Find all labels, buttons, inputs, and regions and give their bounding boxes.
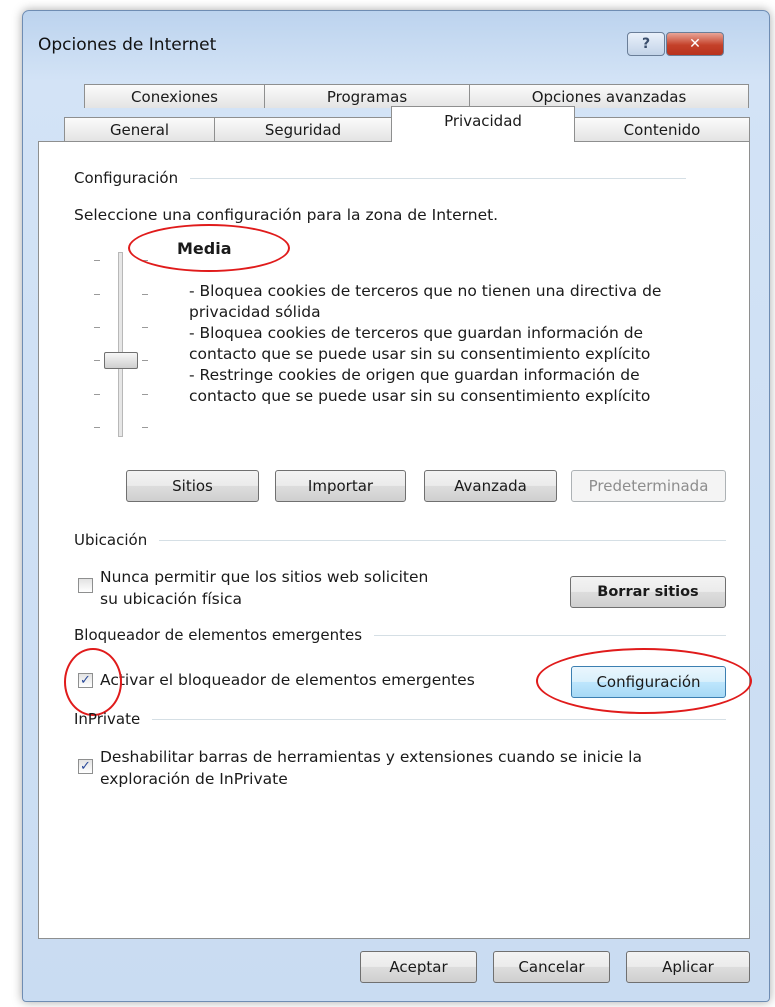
close-button[interactable]: ✕ — [666, 32, 724, 56]
slider-tick — [94, 327, 100, 328]
slider-thumb[interactable] — [104, 352, 138, 369]
popup-settings-button[interactable]: Configuración — [571, 666, 726, 698]
slider-tick — [142, 427, 148, 428]
tab-general[interactable]: General — [64, 117, 215, 141]
description-line: - Bloquea cookies de terceros que no tie… — [189, 282, 662, 300]
slider-tick — [94, 294, 100, 295]
popup-checkbox-label: Activar el bloqueador de elementos emerg… — [100, 671, 475, 689]
divider — [152, 718, 726, 720]
slider-tick — [94, 394, 100, 395]
inprivate-group-label: InPrivate — [74, 710, 141, 728]
inprivate-checkbox-label: Deshabilitar barras de herramientas y ex… — [100, 746, 642, 790]
slider-tick — [142, 360, 148, 361]
import-button[interactable]: Importar — [275, 470, 406, 502]
privacy-slider[interactable] — [90, 252, 160, 437]
location-label-line: su ubicación física — [100, 590, 243, 608]
tab-opciones-avanzadas[interactable]: Opciones avanzadas — [469, 84, 749, 108]
slider-tick — [94, 427, 100, 428]
divider — [190, 177, 686, 179]
popup-group-header: Bloqueador de elementos emergentes — [74, 626, 726, 644]
inprivate-label-line: exploración de InPrivate — [100, 770, 288, 788]
inprivate-label-line: Deshabilitar barras de herramientas y ex… — [100, 748, 642, 766]
slider-tick — [142, 260, 148, 261]
privacy-description: - Bloquea cookies de terceros que no tie… — [189, 281, 661, 407]
ok-button[interactable]: Aceptar — [360, 951, 477, 983]
window-title: Opciones de Internet — [38, 35, 217, 55]
config-group-header: Configuración — [74, 169, 686, 187]
description-line: privacidad sólida — [189, 303, 321, 321]
location-group-label: Ubicación — [74, 531, 148, 549]
tab-conexiones[interactable]: Conexiones — [84, 84, 265, 108]
slider-tick — [94, 360, 100, 361]
description-line: contacto que se puede usar sin su consen… — [189, 345, 651, 363]
tab-contenido[interactable]: Contenido — [574, 117, 750, 141]
slider-tick — [94, 260, 100, 261]
apply-button[interactable]: Aplicar — [626, 951, 750, 983]
slider-tick — [142, 327, 148, 328]
help-button[interactable]: ? — [627, 32, 665, 56]
clear-sites-button[interactable]: Borrar sitios — [570, 576, 726, 608]
tab-seguridad[interactable]: Seguridad — [214, 117, 392, 141]
slider-track — [118, 252, 123, 437]
config-group-label: Configuración — [74, 169, 179, 187]
inprivate-checkbox[interactable]: ✓ — [78, 759, 93, 774]
location-label-line: Nunca permitir que los sitios web solici… — [100, 568, 429, 586]
popup-checkbox[interactable]: ✓ — [78, 673, 93, 688]
config-instruction: Seleccione una configuración para la zon… — [74, 206, 499, 224]
divider — [159, 539, 726, 541]
default-button[interactable]: Predeterminada — [571, 470, 726, 502]
advanced-button[interactable]: Avanzada — [424, 470, 557, 502]
slider-tick — [142, 294, 148, 295]
cancel-button[interactable]: Cancelar — [493, 951, 610, 983]
location-checkbox[interactable] — [78, 578, 93, 593]
privacy-level-label: Media — [177, 239, 232, 258]
inprivate-group-header: InPrivate — [74, 710, 726, 728]
location-checkbox-label: Nunca permitir que los sitios web solici… — [100, 566, 428, 610]
sites-button[interactable]: Sitios — [126, 470, 259, 502]
popup-group-label: Bloqueador de elementos emergentes — [74, 626, 363, 644]
tab-programas[interactable]: Programas — [264, 84, 470, 108]
location-group-header: Ubicación — [74, 531, 726, 549]
tab-privacidad[interactable]: Privacidad — [391, 106, 575, 142]
description-line: - Bloquea cookies de terceros que guarda… — [189, 324, 644, 342]
description-line: - Restringe cookies de origen que guarda… — [189, 366, 640, 384]
description-line: contacto que se puede usar sin su consen… — [189, 387, 651, 405]
slider-tick — [142, 394, 148, 395]
divider — [374, 634, 726, 636]
